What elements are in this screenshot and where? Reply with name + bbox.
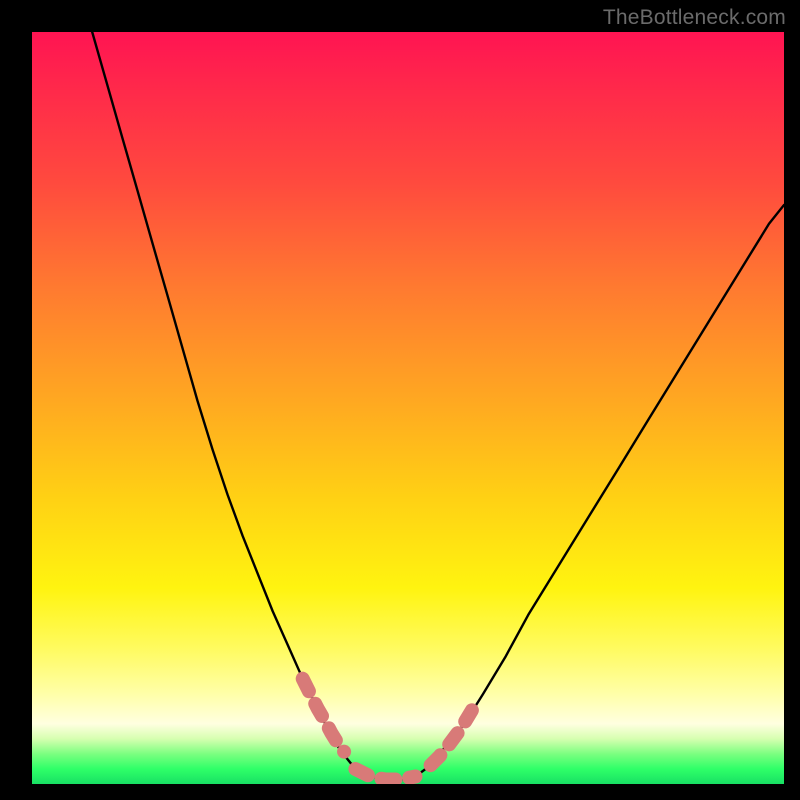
curve-layer (32, 32, 784, 784)
chart-frame: TheBottleneck.com (0, 0, 800, 800)
right-lower-highlight (431, 710, 472, 765)
plot-area (32, 32, 784, 784)
watermark-text: TheBottleneck.com (603, 6, 786, 30)
bottleneck-curve (92, 32, 784, 780)
valley-highlight (355, 769, 415, 780)
left-lower-highlight (303, 679, 344, 752)
